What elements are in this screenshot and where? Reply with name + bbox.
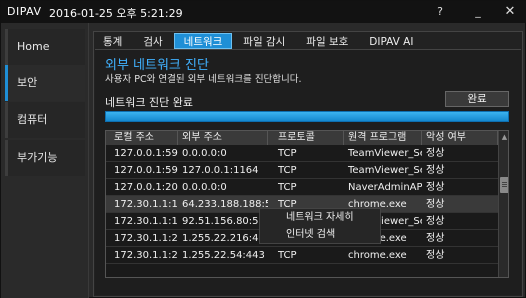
close-button[interactable]: ✕: [501, 4, 519, 20]
cell-protocol: TCP: [278, 182, 297, 193]
tab-statistics[interactable]: 통계: [93, 33, 132, 49]
cell-malicious-status: 정상: [426, 182, 445, 193]
title-bar: DIPAV 2016-01-25 오후 5:21:29 ? _ ✕: [1, 1, 526, 23]
cell-protocol: TCP: [278, 250, 297, 261]
cell-local-address: 127.0.0.1:20051: [114, 182, 178, 193]
sidebar-item-label: 보안: [17, 76, 38, 89]
tab-file-protection[interactable]: 파일 보호: [296, 33, 358, 49]
table-row[interactable]: 127.0.0.1:5939 127.0.0.1:1164 TCP TeamViewe…: [106, 162, 498, 179]
cell-malicious-status: 정상: [426, 199, 445, 210]
cell-remote-address: 0.0.0.0:0: [182, 148, 227, 159]
sidebar-item-label: Home: [17, 40, 50, 53]
connections-table: 로컬 주소 외부 주소 프로토콜 원격 프로그램 악성 여부 127.0.0.1…: [105, 130, 509, 278]
table-row[interactable]: 127.0.0.1:20051 0.0.0.0:0 TCP NaverAdminAPI…: [106, 179, 498, 196]
cell-protocol: TCP: [278, 148, 297, 159]
table-body: 127.0.0.1:5939 0.0.0.0:0 TCP TeamViewer_Ser…: [106, 145, 498, 264]
sidebar-item-label: 부가기능: [17, 151, 58, 164]
vertical-scrollbar[interactable]: ▲: [498, 131, 508, 277]
sidebar: Home 보안 컴퓨터 부가기능: [1, 23, 89, 298]
context-menu-item-network-details[interactable]: 네트워크 자세히: [260, 209, 380, 226]
cell-remote-program: TeamViewer_Ser: [348, 148, 422, 159]
scroll-grip-line: [502, 182, 507, 183]
app-title: DIPAV: [7, 5, 42, 18]
cell-remote-address: 64.233.188.188:5: [182, 199, 268, 210]
tab-file-monitor[interactable]: 파일 감시: [233, 33, 295, 49]
cell-remote-address: 127.0.0.1:1164: [182, 165, 259, 176]
help-button[interactable]: ?: [431, 4, 449, 20]
cell-remote-address: 1.255.22.54:443: [182, 250, 265, 261]
table-row[interactable]: 127.0.0.1:5939 0.0.0.0:0 TCP TeamViewer_Ser…: [106, 145, 498, 162]
cell-remote-program: NaverAdminAPI: [348, 182, 422, 193]
progress-bar: [105, 111, 509, 122]
cell-local-address: 172.30.1.1:2516: [114, 250, 178, 261]
context-menu-item-internet-search[interactable]: 인터넷 검색: [260, 226, 380, 243]
tab-network[interactable]: 네트워크: [173, 33, 233, 49]
table-row[interactable]: 172.30.1.1:2516 1.255.22.54:443 TCP chrome.…: [106, 247, 498, 264]
context-menu: 네트워크 자세히 인터넷 검색: [259, 208, 381, 244]
column-header-remote-address[interactable]: 외부 주소: [178, 131, 268, 145]
cell-malicious-status: 정상: [426, 250, 445, 261]
cell-remote-program: chrome.exe: [348, 250, 407, 261]
cell-local-address: 127.0.0.1:5939: [114, 148, 178, 159]
scroll-up-arrow-icon[interactable]: ▲: [500, 133, 508, 142]
tab-bar: 통계 검사 네트워크 파일 감시 파일 보호 DIPAV AI: [93, 33, 424, 49]
cell-local-address: 127.0.0.1:5939: [114, 165, 178, 176]
cell-remote-address: 1.255.22.216:443: [182, 233, 268, 244]
sidebar-item-security[interactable]: 보안: [5, 65, 85, 101]
section-description: 사용자 PC와 연결된 외부 네트워크를 진단합니다.: [105, 74, 302, 85]
app-window: DIPAV 2016-01-25 오후 5:21:29 ? _ ✕ Home 보…: [0, 0, 526, 298]
tab-dipav-ai[interactable]: DIPAV AI: [359, 33, 423, 49]
column-header-local-address[interactable]: 로컬 주소: [106, 131, 178, 145]
sidebar-item-label: 컴퓨터: [17, 113, 48, 126]
sidebar-item-computer[interactable]: 컴퓨터: [5, 102, 85, 138]
progress-fill: [106, 112, 508, 121]
tab-scan[interactable]: 검사: [133, 33, 172, 49]
cell-remote-address: 92.51.156.80:593: [182, 216, 268, 227]
cell-remote-address: 0.0.0.0:0: [182, 182, 227, 193]
cell-malicious-status: 정상: [426, 233, 445, 244]
column-header-malicious[interactable]: 악성 여부: [422, 131, 498, 145]
sidebar-item-extras[interactable]: 부가기능: [5, 140, 85, 176]
cell-local-address: 172.30.1.1:1078: [114, 199, 178, 210]
scroll-grip-line: [502, 186, 507, 187]
cell-local-address: 172.30.1.1:2513: [114, 233, 178, 244]
column-header-remote-program[interactable]: 원격 프로그램: [344, 131, 422, 145]
sidebar-item-home[interactable]: Home: [5, 29, 85, 65]
cell-malicious-status: 정상: [426, 148, 445, 159]
cell-protocol: TCP: [278, 165, 297, 176]
minimize-button[interactable]: _: [469, 4, 487, 20]
cell-malicious-status: 정상: [426, 165, 445, 176]
scroll-thumb[interactable]: [500, 177, 508, 193]
table-header: 로컬 주소 외부 주소 프로토콜 원격 프로그램 악성 여부: [106, 131, 498, 145]
cell-remote-program: TeamViewer_Ser: [348, 165, 422, 176]
done-button[interactable]: 완료: [445, 91, 509, 107]
column-header-protocol[interactable]: 프로토콜: [268, 131, 344, 145]
diagnosis-status: 네트워크 진단 완료: [105, 96, 193, 109]
cell-malicious-status: 정상: [426, 216, 445, 227]
scroll-grip-line: [502, 184, 507, 185]
datetime-display: 2016-01-25 오후 5:21:29: [49, 7, 183, 20]
cell-local-address: 172.30.1.1:1120: [114, 216, 178, 227]
